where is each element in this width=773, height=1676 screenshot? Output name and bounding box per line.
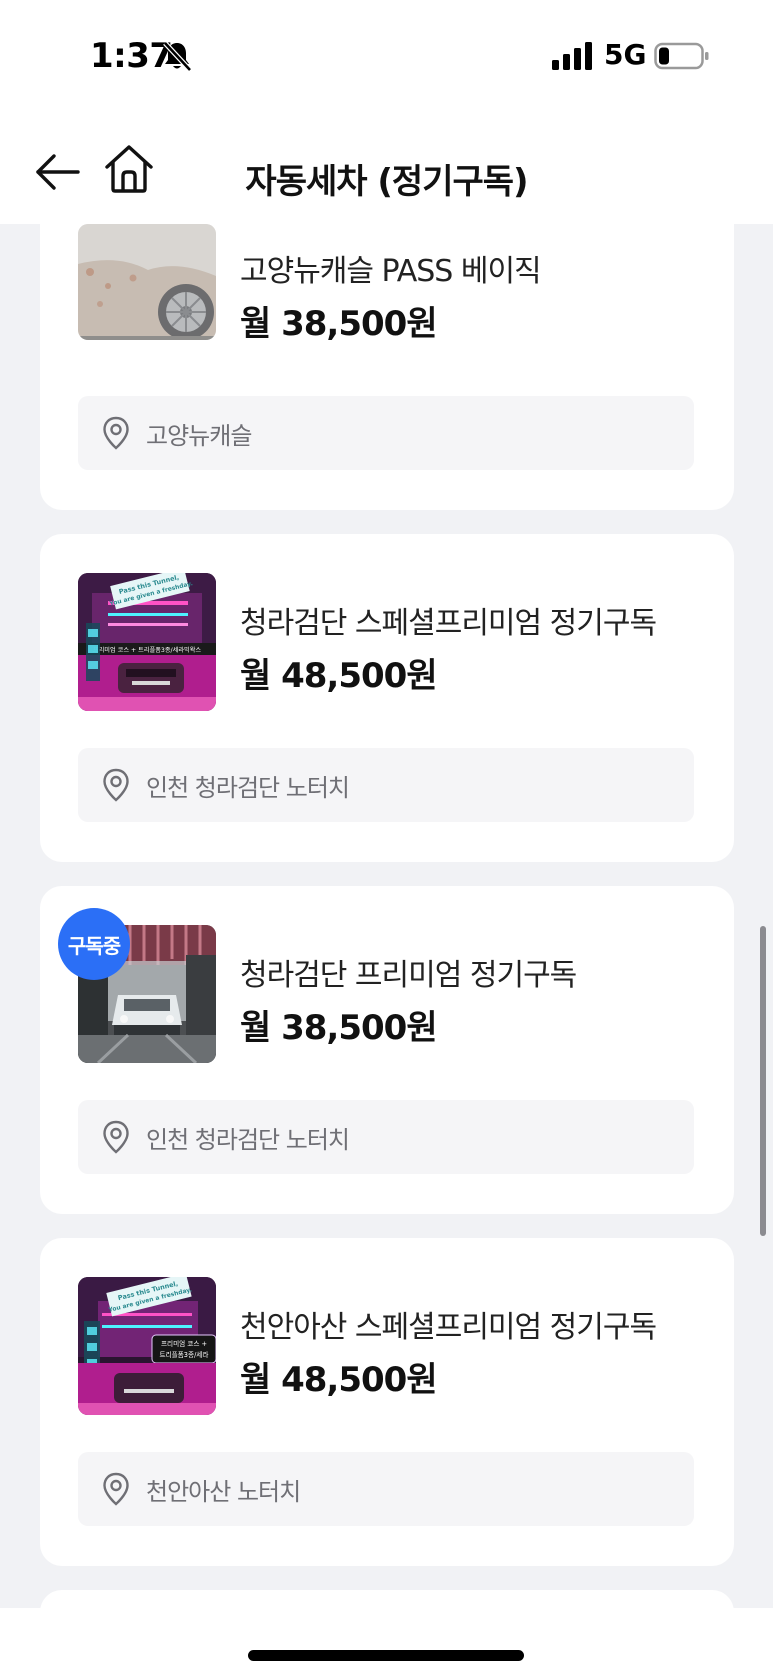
product-card[interactable]: 고양뉴캐슬 PASS 베이직 월 38,500원 고양뉴캐슬 — [40, 224, 734, 510]
product-thumbnail: Pass this Tunnel, You are given a freshd… — [78, 573, 216, 711]
location-pin-icon — [103, 1472, 129, 1506]
product-list[interactable]: 고양뉴캐슬 PASS 베이직 월 38,500원 고양뉴캐슬 Pass this… — [0, 224, 773, 1612]
product-name: 청라검단 프리미엄 정기구독 — [240, 958, 577, 993]
network-label: 5G — [604, 38, 647, 71]
location-pin-icon — [103, 1120, 129, 1154]
location-pin-icon — [103, 416, 129, 450]
product-name: 천안아산 스페셜프리미엄 정기구독 — [240, 1310, 657, 1345]
location-text: 인천 청라검단 노터치 — [146, 1126, 350, 1154]
status-bar: 1:37 5G — [0, 0, 773, 112]
product-price: 월 38,500원 — [240, 304, 438, 344]
thumb-course-line1: 프리미엄 코스 + — [161, 1339, 207, 1348]
status-time: 1:37 — [90, 36, 173, 76]
scrollbar[interactable] — [760, 926, 766, 1236]
location-text: 천안아산 노터치 — [146, 1478, 301, 1506]
location-pin-icon — [103, 768, 129, 802]
location-box: 인천 청라검단 노터치 — [78, 1100, 694, 1174]
product-thumbnail — [78, 224, 216, 340]
home-indicator-area — [0, 1608, 773, 1676]
product-card[interactable]: 구독중 청라검단 프리미엄 정기구독 월 38,500원 인천 청라검단 노터치 — [40, 886, 734, 1214]
location-box: 고양뉴캐슬 — [78, 396, 694, 470]
page-title: 자동세차 (정기구독) — [245, 162, 528, 202]
product-name: 청라검단 스페셜프리미엄 정기구독 — [240, 606, 657, 641]
product-card[interactable]: Pass this Tunnel, You are given a freshd… — [40, 534, 734, 862]
location-box: 인천 청라검단 노터치 — [78, 748, 694, 822]
thumb-course-text: 프리미엄 코스 + 트리플폼3종/세라믹왁스 — [93, 646, 201, 654]
product-price: 월 48,500원 — [240, 656, 438, 696]
signal-icon — [552, 42, 592, 70]
product-price: 월 38,500원 — [240, 1008, 438, 1048]
battery-icon — [654, 42, 709, 70]
home-indicator[interactable] — [248, 1650, 524, 1661]
location-box: 천안아산 노터치 — [78, 1452, 694, 1526]
subscribed-badge: 구독중 — [58, 908, 130, 980]
product-card[interactable]: Pass this Tunnel, You are given a freshd… — [40, 1238, 734, 1566]
header: 자동세차 (정기구독) — [0, 112, 773, 224]
location-text: 인천 청라검단 노터치 — [146, 774, 350, 802]
screen: 1:37 5G 자동세차 (정기구독) 고양뉴캐슬 PASS 베이직 월 38,… — [0, 0, 773, 1676]
location-text: 고양뉴캐슬 — [146, 422, 252, 450]
bell-off-icon — [163, 41, 192, 72]
thumb-course-line2: 트리플폼3종/세라 — [160, 1350, 209, 1359]
product-thumbnail: Pass this Tunnel, You are given a freshd… — [78, 1277, 216, 1415]
product-price: 월 48,500원 — [240, 1360, 438, 1400]
product-name: 고양뉴캐슬 PASS 베이직 — [240, 254, 542, 289]
